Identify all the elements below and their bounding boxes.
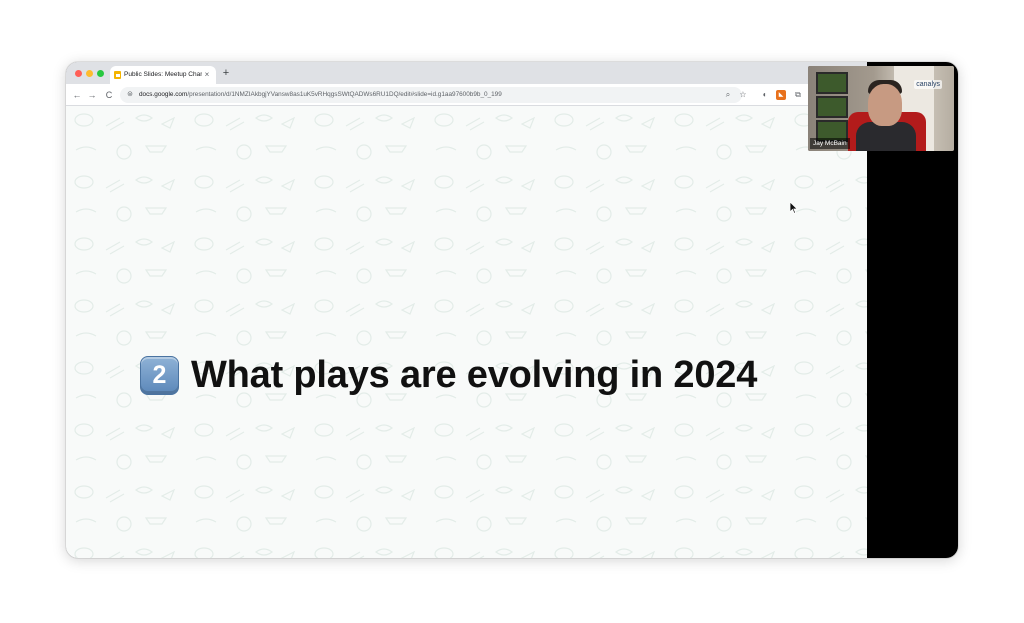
slide-background-pattern: [66, 106, 867, 558]
participant-body: [856, 122, 916, 151]
reload-button[interactable]: C: [103, 89, 115, 101]
browser-toolbar: ← → C ⊜ docs.google.com/presentation/d/1…: [66, 84, 867, 106]
participant-face: [868, 84, 902, 126]
browser-window: Public Slides: Meetup Chann × + ← → C ⊜ …: [66, 62, 867, 558]
slides-favicon-icon: [114, 71, 121, 79]
brand-overlay: canalys: [914, 80, 942, 89]
url-host: docs.google.com: [139, 91, 188, 98]
new-tab-button[interactable]: +: [220, 67, 232, 79]
address-bar[interactable]: ⊜ docs.google.com/presentation/d/1NMZIAk…: [120, 87, 747, 103]
tab-public-slides[interactable]: Public Slides: Meetup Chann ×: [110, 66, 216, 84]
tab-strip: Public Slides: Meetup Chann × +: [66, 62, 867, 84]
star-icon[interactable]: ☆: [737, 89, 749, 101]
zoom-icon[interactable]: ⌕: [722, 89, 734, 101]
close-window-button[interactable]: [75, 70, 82, 77]
tab-title: Public Slides: Meetup Chann: [124, 71, 202, 78]
participant-name: Jay McBain: [810, 138, 850, 149]
maximize-window-button[interactable]: [97, 70, 104, 77]
back-button[interactable]: ←: [71, 89, 83, 101]
extension-icon[interactable]: ◐: [759, 89, 771, 101]
puzzle-icon[interactable]: ⧉: [792, 89, 804, 101]
rss-icon[interactable]: ◣: [776, 90, 786, 100]
slide-title: 2 What plays are evolving in 2024: [140, 352, 830, 398]
wall-picture: [816, 96, 848, 118]
url-text[interactable]: docs.google.com/presentation/d/1NMZIAkbg…: [139, 89, 639, 101]
mouse-cursor-icon: [790, 202, 798, 214]
wall-picture: [816, 72, 848, 94]
slide-viewport: 2 What plays are evolving in 2024: [66, 106, 867, 558]
url-path: /presentation/d/1NMZIAkbgjYVansw8as1uK5v…: [187, 91, 502, 98]
number-two-badge: 2: [140, 355, 179, 395]
slide-title-text: What plays are evolving in 2024: [191, 353, 758, 396]
site-info-icon[interactable]: ⊜: [125, 90, 135, 100]
minimize-window-button[interactable]: [86, 70, 93, 77]
tab-close-icon[interactable]: ×: [202, 69, 212, 81]
screen-share-frame: Public Slides: Meetup Chann × + ← → C ⊜ …: [66, 62, 958, 558]
forward-button[interactable]: →: [86, 89, 98, 101]
participant-video[interactable]: canalys Jay McBain: [808, 66, 954, 151]
